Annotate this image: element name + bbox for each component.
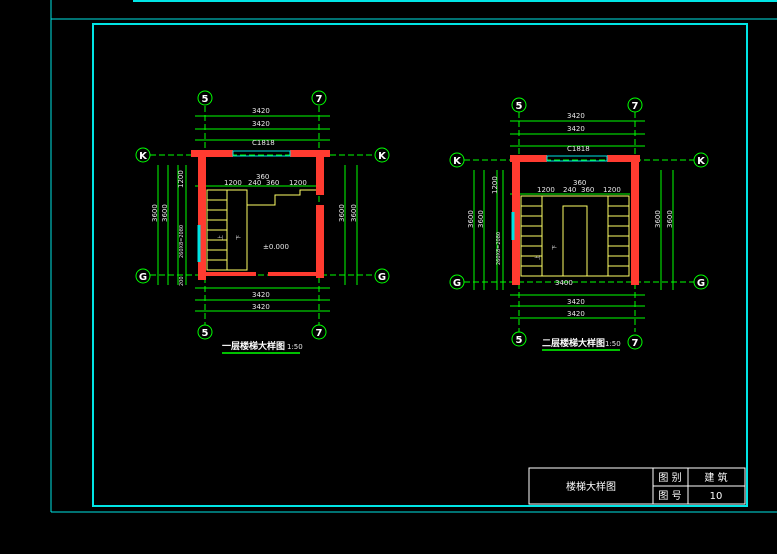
- plan-1-axis-top-right: K: [378, 151, 387, 162]
- plan-2-inner-dim-3: 240: [563, 186, 576, 194]
- plan-2-axis-bottom-right: G: [697, 278, 705, 289]
- plan-1-left-dim-5: 200: [179, 276, 185, 286]
- plan-1-axis-left-top: 5: [202, 94, 209, 105]
- plan-1-inner-dim-4: 360: [266, 179, 279, 187]
- plan-1-title: 一层楼梯大样图: [222, 340, 285, 352]
- plan-2-left-dim-3: 3600: [477, 210, 485, 228]
- plan-2-bottom-dim-1: 3400: [555, 279, 573, 287]
- sheet-frame: [50, 0, 777, 513]
- plan-2-title: 二层楼梯大样图: [542, 337, 605, 349]
- plan-1: 3420 3420 C1818 3420 3420 1200 360 240 3…: [135, 90, 390, 354]
- plan-1-scale: 1:50: [287, 343, 303, 351]
- plan-2-axis-left-bottom: 5: [516, 335, 523, 346]
- plan-1-axis-right-top: 7: [316, 94, 323, 105]
- plan-2-axis-top-right: K: [697, 156, 706, 167]
- plan-1-axis-top-left: K: [139, 151, 148, 162]
- plan-2-axis-bottom-left: G: [453, 278, 461, 289]
- plan-1-right-dim-2: 3600: [350, 204, 358, 222]
- plan-2-stair-label-up: 上: [534, 255, 541, 260]
- title-block-drawing-name: 楼梯大样图: [566, 480, 616, 493]
- plan-2-inner-dim-1: 1200: [537, 186, 555, 194]
- plan-1-left-dim-3: 3600: [161, 204, 169, 222]
- plan-1-axis-right-bottom: 7: [316, 328, 323, 339]
- plan-1-elevation: ±0.000: [263, 243, 289, 251]
- plan-2-bottom-dim-3: 3420: [567, 310, 585, 318]
- plan-2-scale: 1:50: [605, 340, 621, 348]
- plan-2-axis-right-top: 7: [632, 101, 639, 112]
- plan-2-bottom-dim-2: 3420: [567, 298, 585, 306]
- cad-drawing: 3420 3420 C1818 3420 3420 1200 360 240 3…: [50, 0, 777, 513]
- plan-2-left-dim-2: 3600: [467, 210, 475, 228]
- plan-2-axis-right-bottom: 7: [632, 338, 639, 349]
- plan-1-bottom-dim-1: 3420: [252, 291, 270, 299]
- plan-2-inner-dim-4: 360: [581, 186, 594, 194]
- plan-2-left-dim-4: 260X8=2080: [496, 232, 502, 265]
- plan-1-stair-label-up: 上: [217, 235, 224, 240]
- title-block-number-value: 10: [710, 491, 723, 502]
- plan-1-axis-bottom-left: G: [139, 272, 147, 283]
- title-block-category-label: 图 别: [658, 472, 681, 484]
- plan-2-stair-label-down: 下: [552, 245, 558, 250]
- plan-1-bottom-dim-2: 3420: [252, 303, 270, 311]
- plan-1-window-label: C1818: [252, 139, 275, 147]
- plan-2: 3420 3420 C1818 3400 3420 3420 1200 360 …: [449, 97, 709, 351]
- title-block-category-value: 建 筑: [704, 471, 727, 484]
- plan-1-inner-dim-3: 240: [248, 179, 261, 187]
- plan-1-inner-dim-1: 1200: [224, 179, 242, 187]
- plan-2-axis-top-left: K: [453, 156, 462, 167]
- plan-2-inner-dim-5: 1200: [603, 186, 621, 194]
- plan-2-right-dim-1: 3600: [654, 210, 662, 228]
- plan-2-stairs: [520, 195, 630, 277]
- plan-2-top-dim-2: 3420: [567, 125, 585, 133]
- plan-1-left-dim-2: 3600: [151, 204, 159, 222]
- title-block-number-label: 图 号: [658, 490, 681, 502]
- plan-1-left-dim-4: 260X8=2080: [179, 225, 185, 258]
- plan-2-right-dim-2: 3600: [666, 210, 674, 228]
- plan-2-axis-left-top: 5: [516, 101, 523, 112]
- plan-1-stairs: [206, 189, 316, 271]
- plan-1-stair-label-down: 下: [236, 235, 242, 240]
- plan-1-top-dim-2: 3420: [252, 120, 270, 128]
- plan-1-left-dim-1: 1200: [177, 170, 185, 188]
- plan-1-axis-left-bottom: 5: [202, 328, 209, 339]
- plan-1-top-dim-1: 3420: [252, 107, 270, 115]
- plan-2-window-label: C1818: [567, 145, 590, 153]
- plan-2-left-dim-1: 1200: [491, 176, 499, 194]
- plan-1-right-dim-1: 3600: [338, 204, 346, 222]
- plan-1-inner-dim-5: 1200: [289, 179, 307, 187]
- plan-1-axis-bottom-right: G: [378, 272, 386, 283]
- plan-2-top-dim-1: 3420: [567, 112, 585, 120]
